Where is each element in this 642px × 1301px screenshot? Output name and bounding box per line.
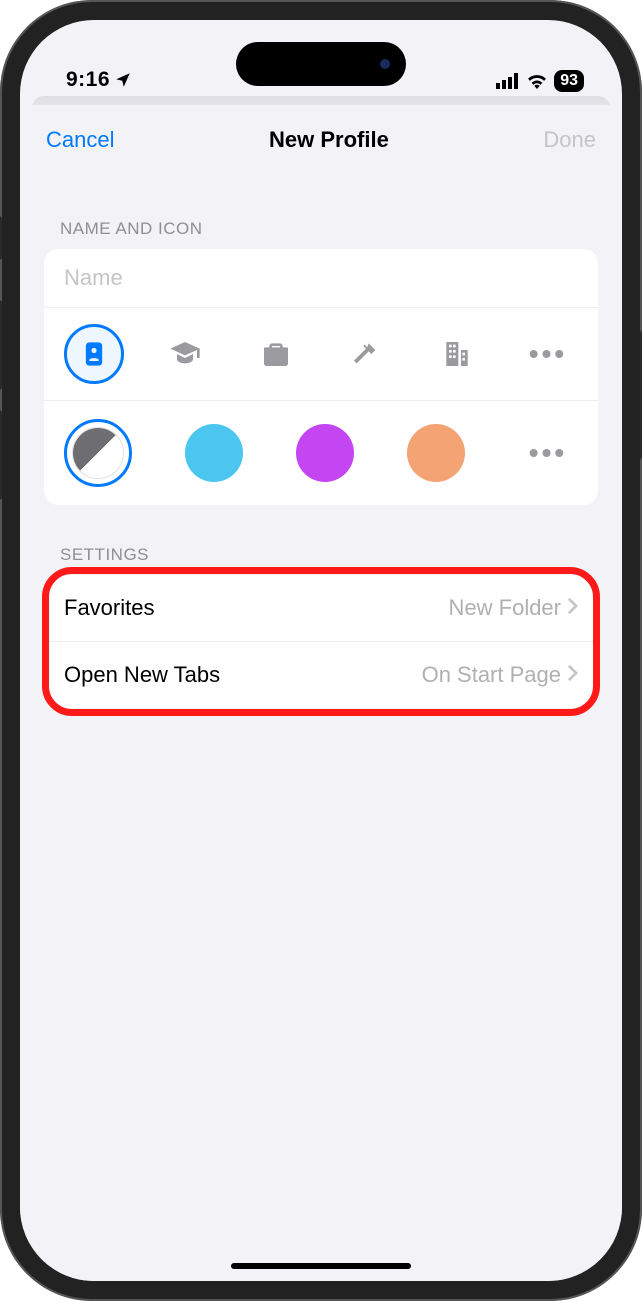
side-button	[0, 216, 2, 260]
hammer-icon[interactable]	[336, 324, 396, 384]
profile-card-icon[interactable]	[64, 324, 124, 384]
home-indicator[interactable]	[231, 1263, 411, 1269]
status-time: 9:16	[66, 68, 132, 92]
status-right: 93	[496, 70, 584, 92]
color-swatch-blue[interactable]	[185, 424, 243, 482]
page-title: New Profile	[269, 127, 389, 153]
volume-up-button	[0, 300, 2, 390]
color-swatch-bw[interactable]	[64, 419, 132, 487]
wifi-icon	[526, 73, 548, 89]
favorites-label: Favorites	[64, 595, 154, 621]
color-swatch-purple[interactable]	[296, 424, 354, 482]
nav-bar: Cancel New Profile Done	[20, 105, 622, 169]
open-new-tabs-label: Open New Tabs	[64, 662, 220, 688]
settings-card: Favorites New Folder Open New Tabs On St…	[44, 575, 598, 708]
done-button[interactable]: Done	[543, 127, 596, 153]
more-icons-button[interactable]: •••	[518, 324, 578, 384]
more-colors-button[interactable]: •••	[518, 423, 578, 483]
open-new-tabs-row[interactable]: Open New Tabs On Start Page	[44, 641, 598, 708]
screen: 9:16 93 Cancel New Profile Done NAME AND…	[20, 20, 622, 1281]
cancel-button[interactable]: Cancel	[46, 127, 114, 153]
color-swatch-orange[interactable]	[407, 424, 465, 482]
section-header-name-icon: NAME AND ICON	[20, 169, 622, 249]
location-icon	[114, 71, 132, 89]
briefcase-icon[interactable]	[246, 324, 306, 384]
building-icon[interactable]	[427, 324, 487, 384]
chevron-right-icon	[567, 595, 578, 621]
color-picker-row: •••	[44, 401, 598, 505]
battery-pill: 93	[554, 70, 584, 92]
favorites-value: New Folder	[449, 595, 561, 621]
iphone-frame: 9:16 93 Cancel New Profile Done NAME AND…	[0, 0, 642, 1301]
dynamic-island	[236, 42, 406, 86]
name-icon-card: Name	[44, 249, 598, 505]
favorites-row[interactable]: Favorites New Folder	[44, 575, 598, 641]
clock-label: 9:16	[66, 68, 110, 92]
modal-sheet: Cancel New Profile Done NAME AND ICON Na…	[20, 105, 622, 1281]
open-new-tabs-value: On Start Page	[422, 662, 561, 688]
section-header-settings: SETTINGS	[20, 505, 622, 575]
camera-dot	[380, 59, 390, 69]
name-input[interactable]: Name	[44, 249, 598, 308]
cellular-icon	[496, 73, 520, 89]
icon-picker-row: •••	[44, 308, 598, 401]
graduation-cap-icon[interactable]	[155, 324, 215, 384]
chevron-right-icon	[567, 662, 578, 688]
volume-down-button	[0, 410, 2, 500]
